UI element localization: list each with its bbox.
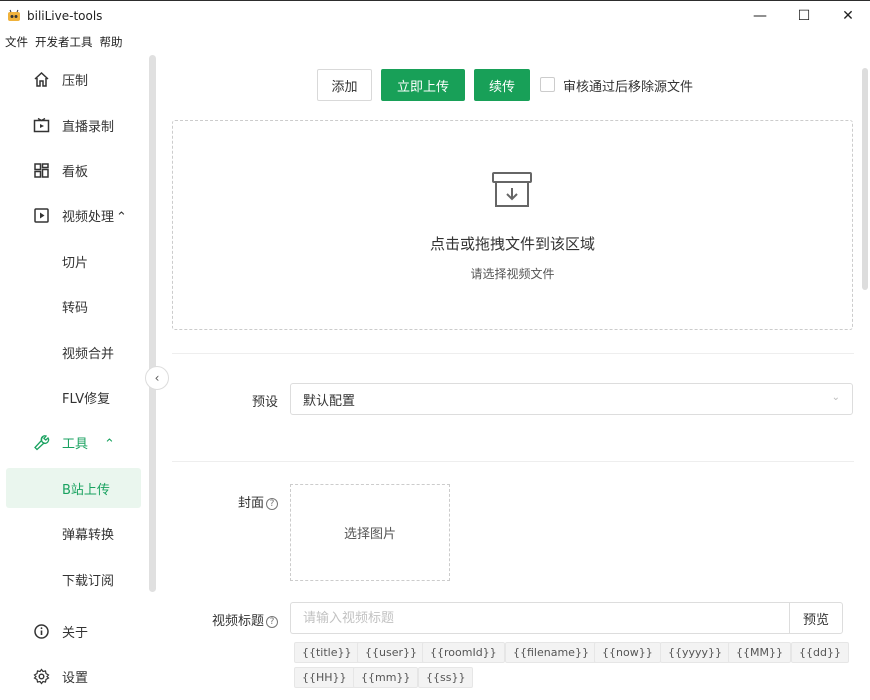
sidebar-item-label: 设置 xyxy=(62,670,89,686)
window-title: biliLive-tools xyxy=(27,8,103,23)
template-tag[interactable]: {{HH}} xyxy=(294,667,355,688)
add-button[interactable]: 添加 xyxy=(317,69,372,101)
menu-devtools[interactable]: 开发者工具 xyxy=(35,34,93,50)
template-tag[interactable]: {{yyyy}} xyxy=(660,642,731,663)
close-button[interactable]: ✕ xyxy=(826,1,870,31)
sidebar-item-label: 看板 xyxy=(62,164,89,180)
divider xyxy=(172,461,854,462)
drop-zone-title: 点击或拖拽文件到该区域 xyxy=(429,235,595,253)
sidebar-item-label: 下载订阅 xyxy=(62,573,115,589)
template-tag[interactable]: {{user}} xyxy=(357,642,425,663)
drop-zone-subtitle: 请选择视频文件 xyxy=(470,267,555,281)
video-title-label: 视频标题? xyxy=(198,610,278,629)
sidebar-item-download-subscribe[interactable]: 下载订阅 xyxy=(0,559,142,599)
sidebar-item-label: 切片 xyxy=(62,255,89,271)
preset-select[interactable]: 默认配置 ⌄ xyxy=(290,383,853,415)
sidebar-item-compress[interactable]: 压制 xyxy=(0,59,142,99)
template-tag[interactable]: {{roomId}} xyxy=(422,642,505,663)
archive-icon xyxy=(491,169,533,211)
dashboard-icon xyxy=(33,162,50,179)
maximize-button[interactable]: ☐ xyxy=(782,1,826,31)
sidebar-item-label: 工具 ⌃ xyxy=(62,436,115,452)
template-tag[interactable]: {{ss}} xyxy=(418,667,474,688)
collapse-sidebar-button[interactable]: ‹ xyxy=(145,366,169,390)
cover-select-box[interactable]: 选择图片 xyxy=(290,484,450,581)
sidebar-item-label: 弹幕转换 xyxy=(62,527,115,543)
chevron-up-icon: ⌃ xyxy=(116,209,127,225)
sidebar-item-video-processing[interactable]: 视频处理 ⌃ xyxy=(0,195,142,235)
title-bar: biliLive-tools — ☐ ✕ xyxy=(0,0,870,30)
sidebar-item-clip[interactable]: 切片 xyxy=(0,241,142,281)
wrench-icon xyxy=(33,434,50,451)
home-icon xyxy=(33,71,50,88)
video-title-input[interactable] xyxy=(290,602,789,634)
sidebar-item-video-merge[interactable]: 视频合并 xyxy=(0,332,142,372)
sidebar-item-label: 视频合并 xyxy=(62,346,115,362)
template-tag[interactable]: {{dd}} xyxy=(791,642,849,663)
sidebar-item-dashboard[interactable]: 看板 xyxy=(0,150,142,190)
template-tag[interactable]: {{filename}} xyxy=(505,642,597,663)
template-tag[interactable]: {{title}} xyxy=(294,642,360,663)
help-icon[interactable]: ? xyxy=(266,616,278,628)
help-icon[interactable]: ? xyxy=(266,498,278,510)
menu-file[interactable]: 文件 xyxy=(5,34,28,50)
sidebar-item-label: FLV修复 xyxy=(62,391,111,407)
app-logo-icon xyxy=(7,9,21,23)
upload-now-button[interactable]: 立即上传 xyxy=(381,69,465,101)
play-square-icon xyxy=(33,207,50,224)
sidebar-item-about[interactable]: 关于 xyxy=(0,611,142,651)
continue-upload-button[interactable]: 续传 xyxy=(474,69,530,101)
sidebar-item-label: B站上传 xyxy=(62,482,110,498)
sidebar-item-tools[interactable]: 工具 ⌃ xyxy=(0,422,142,462)
sidebar-item-label: 视频处理 ⌃ xyxy=(62,209,127,225)
divider xyxy=(172,353,854,354)
sidebar-item-danmaku-convert[interactable]: 弹幕转换 xyxy=(0,513,142,553)
main-scrollbar[interactable] xyxy=(862,68,868,290)
sidebar-item-live-record[interactable]: 直播录制 xyxy=(0,105,142,145)
menu-bar: 文件 开发者工具 帮助 xyxy=(0,31,125,53)
template-tag[interactable]: {{MM}} xyxy=(728,642,791,663)
template-tag[interactable]: {{mm}} xyxy=(353,667,419,688)
info-icon xyxy=(33,623,50,640)
sidebar-item-label: 转码 xyxy=(62,300,89,316)
chevron-up-icon: ⌃ xyxy=(104,436,115,452)
remove-source-checkbox[interactable] xyxy=(540,77,555,92)
sidebar-item-label: 关于 xyxy=(62,625,89,641)
preview-button[interactable]: 预览 xyxy=(789,602,843,634)
sidebar-scrollbar[interactable] xyxy=(149,55,156,592)
tv-icon xyxy=(33,117,50,134)
remove-source-label[interactable]: 审核通过后移除源文件 xyxy=(563,76,693,95)
chevron-down-icon: ⌄ xyxy=(831,392,840,403)
preset-value: 默认配置 xyxy=(303,393,356,409)
gear-icon xyxy=(33,668,50,685)
sidebar-item-bilibili-upload[interactable]: B站上传 xyxy=(6,468,141,508)
sidebar-item-transcode[interactable]: 转码 xyxy=(0,286,142,326)
sidebar: 压制 直播录制 看板 视频处理 ⌃ 切片 转码 视频合并 FLV修复 工具 ⌃ B站… xyxy=(0,55,150,700)
sidebar-item-flv-repair[interactable]: FLV修复 xyxy=(0,377,142,417)
menu-help[interactable]: 帮助 xyxy=(100,34,123,50)
preset-label: 预设 xyxy=(251,395,278,410)
cover-label: 封面? xyxy=(220,492,278,511)
cover-select-label: 选择图片 xyxy=(343,527,396,542)
template-tag[interactable]: {{now}} xyxy=(594,642,661,663)
sidebar-item-label: 压制 xyxy=(62,73,89,89)
sidebar-item-label: 直播录制 xyxy=(62,119,115,135)
chevron-left-icon: ‹ xyxy=(154,371,160,385)
minimize-button[interactable]: — xyxy=(738,1,782,31)
sidebar-item-settings[interactable]: 设置 xyxy=(0,656,142,696)
file-drop-zone[interactable]: 点击或拖拽文件到该区域 请选择视频文件 xyxy=(172,120,853,330)
